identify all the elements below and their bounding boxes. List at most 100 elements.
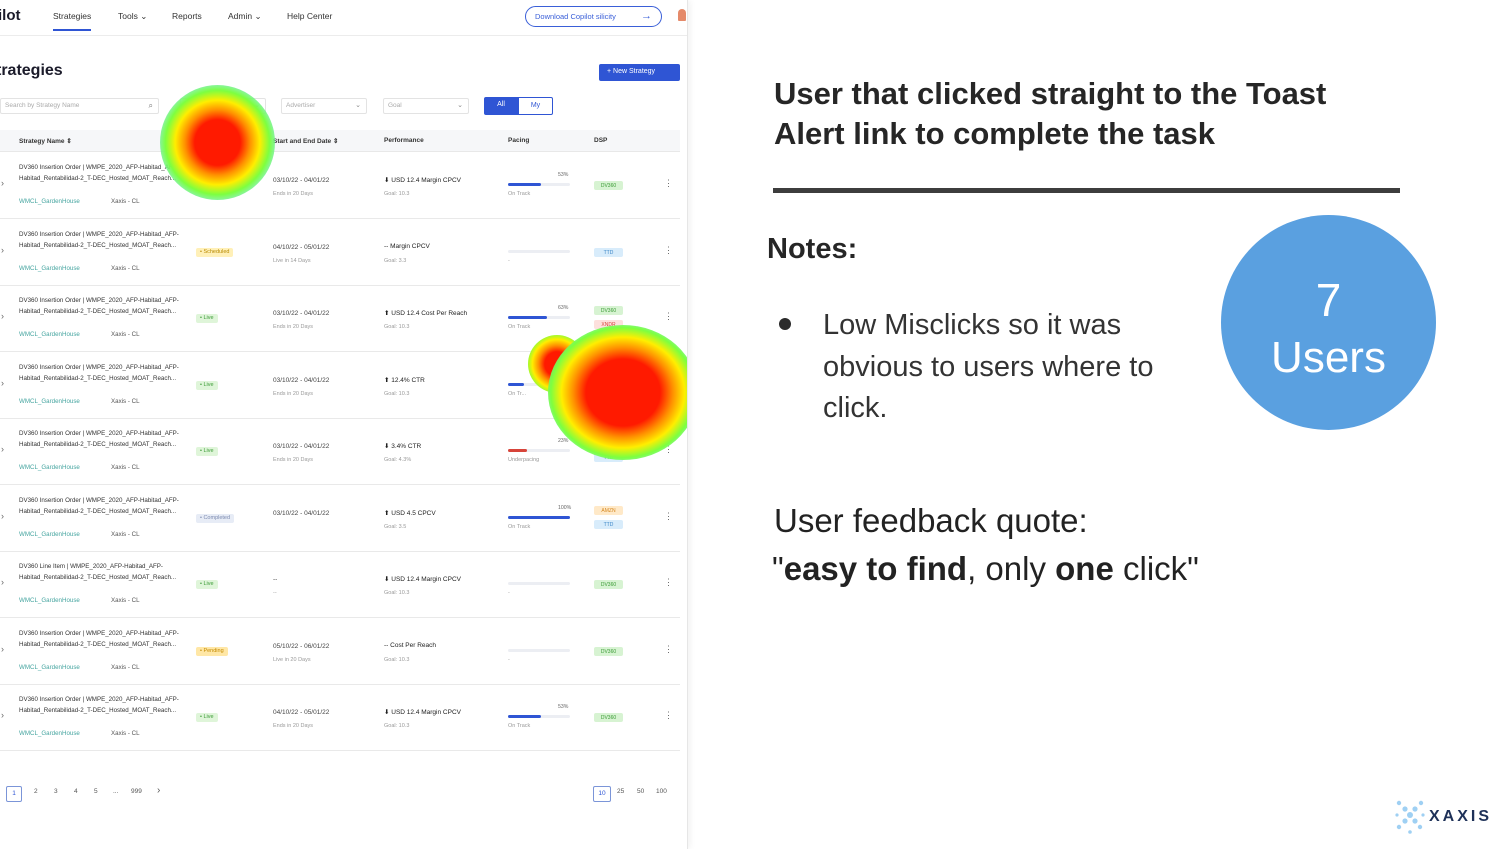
date-range: 03/10/22 - 04/01/22 xyxy=(273,376,330,384)
toggle-my[interactable]: My xyxy=(518,97,553,115)
market-select[interactable]: Market ⌄ xyxy=(180,98,266,114)
strategy-name[interactable]: DV360 Insertion Order | WMPE_2020_AFP-Ha… xyxy=(19,694,179,716)
pager-next-icon[interactable]: › xyxy=(157,785,160,796)
performance-goal: Goal: 10.3 xyxy=(384,390,410,397)
pacing-bar-fill xyxy=(508,449,527,452)
strategy-advertiser: WMCL_GardenHouse xyxy=(19,663,80,671)
more-options-icon[interactable]: ⋮ xyxy=(664,378,673,389)
column-strategy-name[interactable]: Strategy Name ⇕ xyxy=(19,137,72,145)
expand-row-icon[interactable]: › xyxy=(1,245,4,255)
goal-select[interactable]: Goal ⌄ xyxy=(383,98,469,114)
more-options-icon[interactable]: ⋮ xyxy=(664,444,673,455)
strategy-name[interactable]: DV360 Insertion Order | WMPE_2020_AFP-Ha… xyxy=(19,428,179,450)
pacing-percent: 23% xyxy=(558,438,569,444)
nav-reports[interactable]: Reports xyxy=(172,11,202,21)
pacing-bar xyxy=(508,515,570,519)
strategy-agency: Xaxis - CL xyxy=(111,663,140,671)
more-options-icon[interactable]: ⋮ xyxy=(664,178,673,189)
search-icon: ⌕ xyxy=(148,101,153,110)
expand-row-icon[interactable]: › xyxy=(1,710,4,720)
expand-row-icon[interactable]: › xyxy=(1,378,4,388)
page-size-25[interactable]: 25 xyxy=(617,788,624,795)
strategy-agency: Xaxis - CL xyxy=(111,464,140,471)
more-options-icon[interactable]: ⋮ xyxy=(664,644,673,655)
strategy-name[interactable]: DV360 Insertion Order | WMPE_2020_AFP-Ha… xyxy=(19,162,179,184)
strategy-name[interactable]: DV360 Insertion Order | WMPE_2020_AFP-Ha… xyxy=(19,495,179,517)
page-size-50[interactable]: 50 xyxy=(637,788,644,795)
table-row[interactable]: › DV360 Insertion Order | WMPE_2020_AFP-H… xyxy=(0,685,680,751)
date-range: -- xyxy=(273,576,278,583)
pacing-percent: 63% xyxy=(558,305,569,311)
advertiser-select[interactable]: Advertiser ⌄ xyxy=(281,98,367,114)
more-options-icon[interactable]: ⋮ xyxy=(664,710,673,721)
pager-page-4[interactable]: 4 xyxy=(74,788,78,795)
date-range: 04/10/22 - 05/01/22 xyxy=(273,709,330,716)
dsp-badge: DV360 xyxy=(594,580,623,589)
performance-goal: Goal: 4.3% xyxy=(384,457,412,463)
expand-row-icon[interactable]: › xyxy=(1,178,4,188)
strategy-name[interactable]: DV360 Insertion Order | WMPE_2020_AFP-Ha… xyxy=(19,362,179,384)
performance-goal: Goal: 3.5 xyxy=(384,523,407,530)
performance-goal: Goal: 10.3 xyxy=(384,324,410,330)
table-row[interactable]: › DV360 Insertion Order | WMPE_2020_AFP-H… xyxy=(0,219,680,286)
download-copilot-button[interactable]: Download Copilot silicity → xyxy=(525,6,662,27)
pager-page-3[interactable]: 3 xyxy=(54,788,58,795)
pacing-status: - xyxy=(508,656,510,663)
toggle-all[interactable]: All xyxy=(484,97,518,115)
table-row[interactable]: › DV360 Insertion Order | WMPE_2020_AFP-H… xyxy=(0,153,680,219)
nav-strategies[interactable]: Strategies xyxy=(53,11,92,31)
pacing-status: - xyxy=(508,590,510,596)
strategy-name[interactable]: DV360 Line Item | WMPE_2020_AFP-Habitad_… xyxy=(19,561,179,583)
pager-page-999[interactable]: 999 xyxy=(131,788,142,795)
nav-help-center[interactable]: Help Center xyxy=(287,11,332,21)
table-row[interactable]: › DV360 Insertion Order | WMPE_2020_AFP-H… xyxy=(0,419,680,485)
expand-row-icon[interactable]: › xyxy=(1,577,4,587)
column-start-end-date[interactable]: Start and End Date ⇕ xyxy=(273,137,338,145)
notes-bullet: Low Misclicks so it was obvious to users… xyxy=(823,309,1154,424)
date-range: 05/10/22 - 06/01/22 xyxy=(273,642,330,650)
strategy-advertiser: WMCL_GardenHouse xyxy=(19,530,80,538)
strategy-agency: Xaxis - CL xyxy=(111,264,140,272)
more-options-icon[interactable]: ⋮ xyxy=(664,511,673,522)
pager-page-5[interactable]: 5 xyxy=(94,788,98,795)
more-options-icon[interactable]: ⋮ xyxy=(664,311,673,322)
table-row[interactable]: › DV360 Insertion Order | WMPE_2020_AFP-H… xyxy=(0,286,680,352)
date-note: Live in 14 Days xyxy=(273,257,311,264)
date-note: Ends in 20 Days xyxy=(273,723,314,729)
pacing-percent: 53% xyxy=(558,172,569,178)
bullet-icon xyxy=(779,318,791,330)
more-options-icon[interactable]: ⋮ xyxy=(664,245,673,256)
status-badge: • Live xyxy=(196,314,218,323)
strategy-name[interactable]: DV360 Insertion Order | WMPE_2020_AFP-Ha… xyxy=(19,295,179,317)
page-size-100[interactable]: 100 xyxy=(656,788,667,795)
pager-page-1[interactable]: 1 xyxy=(6,786,22,802)
search-input[interactable]: Search by Strategy Name ⌕ xyxy=(0,98,159,114)
new-strategy-button[interactable]: + New Strategy xyxy=(599,64,680,81)
page-size-10[interactable]: 10 xyxy=(593,786,611,802)
strategy-name[interactable]: DV360 Insertion Order | WMPE_2020_AFP-Ha… xyxy=(19,628,179,650)
expand-row-icon[interactable]: › xyxy=(1,311,4,321)
performance-value: ⬇ USD 12.4 Margin CPCV xyxy=(384,177,461,184)
dsp-badge: DV360 xyxy=(594,646,623,656)
slide-heading: User that clicked straight to the Toast … xyxy=(774,76,1327,151)
performance-value: ⬇ 3.4% CTR xyxy=(384,443,422,450)
strategy-name[interactable]: DV360 Insertion Order | WMPE_2020_AFP-Ha… xyxy=(19,229,179,251)
nav-tools[interactable]: Tools ⌄ xyxy=(118,11,147,22)
performance-value: ⬆ 12.4% CTR xyxy=(384,376,425,384)
bell-icon[interactable] xyxy=(678,9,686,21)
table-row[interactable]: › DV360 Insertion Order | WMPE_2020_AFP-H… xyxy=(0,485,680,552)
pacing-status: On Track xyxy=(508,191,531,197)
status-badge: • Pending xyxy=(196,646,228,656)
table-row[interactable]: › DV360 Line Item | WMPE_2020_AFP-Habitad… xyxy=(0,552,680,618)
table-row[interactable]: › DV360 Insertion Order | WMPE_2020_AFP-H… xyxy=(0,618,680,685)
strategy-advertiser: WMCL_GardenHouse xyxy=(19,331,80,338)
pacing-status: Underpacing xyxy=(508,457,540,463)
pager-page-2[interactable]: 2 xyxy=(34,788,38,795)
dsp-badge: TTD xyxy=(594,519,623,529)
table-row[interactable]: › DV360 Insertion Order | WMPE_2020_AFP-H… xyxy=(0,352,680,419)
more-options-icon[interactable]: ⋮ xyxy=(664,577,673,588)
expand-row-icon[interactable]: › xyxy=(1,511,4,521)
expand-row-icon[interactable]: › xyxy=(1,444,4,454)
expand-row-icon[interactable]: › xyxy=(1,644,4,654)
nav-admin[interactable]: Admin ⌄ xyxy=(228,11,262,22)
